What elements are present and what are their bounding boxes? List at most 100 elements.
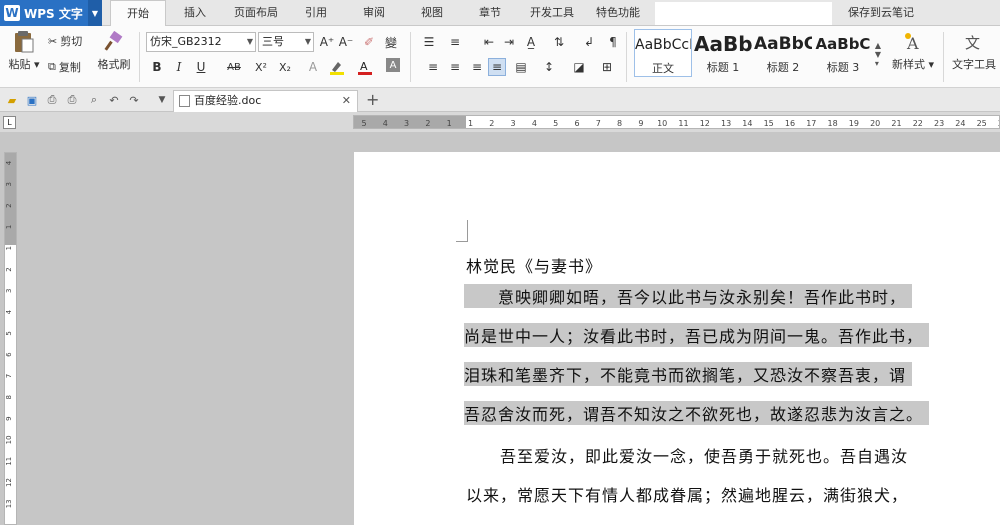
horizontal-ruler-area: 5 4 3 2 1 1 2 3 4 5 6 7 8 9 10 11 12 13 14 15 16 17 18 19 20 21 22… xyxy=(0,112,1000,132)
style-heading-3[interactable]: AaBbC 标题 3 xyxy=(814,29,872,77)
style-label: 标题 3 xyxy=(826,61,860,74)
font-name-select[interactable]: 仿宋_GB2312 ▼ xyxy=(146,32,256,52)
superscript-button[interactable]: X² xyxy=(252,58,270,76)
align-left-icon[interactable]: ≡ xyxy=(424,58,442,76)
ruler-tick-label: 11 xyxy=(678,119,688,128)
ruler-tick-label: 5 xyxy=(361,119,366,128)
ruler-tick-label: 14 xyxy=(742,119,752,128)
highlight-icon[interactable] xyxy=(328,58,346,76)
document-tab[interactable]: 百度经验.doc ✕ xyxy=(173,90,358,112)
style-normal[interactable]: AaBbCcDd 正文 xyxy=(634,29,692,77)
save-to-cloud-button[interactable]: 保存到云笔记 xyxy=(848,0,914,26)
style-heading-1[interactable]: AaBb 标题 1 xyxy=(694,29,752,77)
open-folder-icon[interactable]: ▰ xyxy=(4,92,20,108)
strikethrough-button[interactable]: AB xyxy=(222,58,246,76)
underline-button[interactable]: U xyxy=(192,58,210,76)
font-size-select[interactable]: 三号 ▼ xyxy=(258,32,314,52)
document-line: 以来，常愿天下有情人都成眷属；然遍地腥云，满街狼犬， xyxy=(466,486,909,505)
italic-button[interactable]: I xyxy=(170,58,188,76)
print-icon[interactable]: ⎙ xyxy=(64,92,80,108)
grow-font-button[interactable]: A⁺ xyxy=(318,33,336,51)
vertical-ruler[interactable]: 4 3 2 1 1 2 3 4 5 6 7 8 9 10 11 12 13 xyxy=(4,152,17,525)
document-line: 意映卿卿如晤，吾今以此书与汝永别矣！吾作此书时， xyxy=(464,284,913,308)
style-sample: AaBbC xyxy=(815,35,871,53)
bold-button[interactable]: B xyxy=(148,58,166,76)
print-preview-icon[interactable]: ⌕ xyxy=(86,92,102,108)
ruler-tick-label: 3 xyxy=(404,119,409,128)
export-pdf-icon[interactable]: ⎙ xyxy=(44,92,60,108)
ruler-tick-label: 3 xyxy=(5,289,13,293)
customize-toolbar-icon[interactable]: ▼ xyxy=(154,92,170,108)
close-icon[interactable]: ✕ xyxy=(342,91,351,111)
tab-special[interactable]: 特色功能 xyxy=(588,0,648,26)
clipboard-icon xyxy=(12,30,36,54)
char-shading-icon[interactable]: A xyxy=(386,58,400,72)
document-page[interactable]: 林觉民《与妻书》 意映卿卿如晤，吾今以此书与汝永别矣！吾作此书时， 尚是世中一人… xyxy=(354,152,1000,525)
phonetic-icon[interactable]: 變 xyxy=(382,33,400,51)
svg-text:文: 文 xyxy=(965,34,980,52)
show-marks-icon[interactable]: ¶ xyxy=(604,33,622,51)
numbered-list-icon[interactable]: ≡ xyxy=(446,33,464,51)
justify-icon[interactable]: ≡ xyxy=(488,58,506,76)
line-spacing-icon[interactable]: ↕ xyxy=(540,58,558,76)
ruler-tick-label: 8 xyxy=(5,395,13,399)
text-tools-button[interactable]: 文 文字工具 xyxy=(948,30,1000,72)
new-tab-icon[interactable]: + xyxy=(366,90,379,109)
tab-stop-selector[interactable]: L xyxy=(3,116,16,129)
document-tab-label: 百度经验.doc xyxy=(194,94,262,107)
tab-view[interactable]: 视图 xyxy=(408,0,456,26)
copy-label: 复制 xyxy=(58,61,81,74)
wps-app-menu-button[interactable]: W WPS 文字 ▼ xyxy=(0,0,102,26)
shrink-font-button[interactable]: A⁻ xyxy=(337,33,355,51)
ruler-tick-label: 4 xyxy=(5,160,13,165)
tab-review[interactable]: 审阅 xyxy=(350,0,398,26)
chevron-down-icon[interactable]: ▼ xyxy=(88,0,102,26)
shading-icon[interactable]: ◪ xyxy=(570,58,588,76)
decrease-indent-icon[interactable]: ⇤ xyxy=(480,33,498,51)
ruler-tick-label: 4 xyxy=(383,119,388,128)
tab-chapter[interactable]: 章节 xyxy=(466,0,514,26)
tab-home[interactable]: 开始 xyxy=(110,0,166,27)
redo-icon[interactable]: ↷ xyxy=(126,92,142,108)
font-name-value: 仿宋_GB2312 xyxy=(150,35,222,48)
copy-button[interactable]: ⧉ 复制 xyxy=(48,58,81,76)
format-painter-button[interactable]: 格式刷 xyxy=(94,30,134,72)
ruler-tick-label: 16 xyxy=(785,119,795,128)
sort-icon[interactable]: ⇅ xyxy=(550,33,568,51)
ruler-tick-label: 2 xyxy=(489,119,494,128)
font-color-icon[interactable]: A xyxy=(356,58,374,76)
align-center-icon[interactable]: ≡ xyxy=(446,58,464,76)
ruler-tick-label: 11 xyxy=(5,457,13,466)
ruler-tick-label: 21 xyxy=(891,119,901,128)
ruler-tick-label: 23 xyxy=(934,119,944,128)
increase-indent-icon[interactable]: ⇥ xyxy=(500,33,518,51)
paste-button[interactable]: 粘贴 ▾ xyxy=(6,30,42,72)
style-label: 标题 1 xyxy=(706,61,740,74)
app-name: WPS 文字 xyxy=(24,6,83,21)
save-icon[interactable]: ▣ xyxy=(24,92,40,108)
change-case-icon[interactable]: A̲ xyxy=(522,33,540,51)
bullet-list-icon[interactable]: ☰ xyxy=(420,33,438,51)
tab-developer[interactable]: 开发工具 xyxy=(522,0,582,26)
cut-button[interactable]: ✂ 剪切 xyxy=(48,32,82,50)
text-effect-icon[interactable]: A xyxy=(304,58,322,76)
styles-scroll[interactable]: ▲ ▼ ▾ xyxy=(873,30,883,78)
distributed-icon[interactable]: ▤ xyxy=(512,58,530,76)
tab-references[interactable]: 引用 xyxy=(292,0,340,26)
align-right-icon[interactable]: ≡ xyxy=(468,58,486,76)
document-line: 吾忍舍汝而死，谓吾不知汝之不欲死也，故遂忍悲为汝言之。 xyxy=(464,401,930,425)
tab-insert[interactable]: 插入 xyxy=(170,0,220,26)
paragraph-mark-icon[interactable]: ↲ xyxy=(580,33,598,51)
ruler-tick-label: 17 xyxy=(806,119,816,128)
undo-icon[interactable]: ↶ xyxy=(106,92,122,108)
horizontal-ruler[interactable]: 5 4 3 2 1 1 2 3 4 5 6 7 8 9 10 11 12 13 14 15 16 17 18 19 20 21 22… xyxy=(353,115,1000,129)
tab-page-layout[interactable]: 页面布局 xyxy=(226,0,286,26)
style-heading-2[interactable]: AaBbC 标题 2 xyxy=(754,29,812,77)
ruler-tick-label: 19 xyxy=(849,119,859,128)
clear-format-icon[interactable]: ✐ xyxy=(360,33,378,51)
border-icon[interactable]: ⊞ xyxy=(598,58,616,76)
subscript-button[interactable]: X₂ xyxy=(276,58,294,76)
document-icon xyxy=(179,95,190,107)
new-style-button[interactable]: A 新样式 ▾ xyxy=(886,30,940,72)
ruler-tick-label: 24 xyxy=(955,119,965,128)
